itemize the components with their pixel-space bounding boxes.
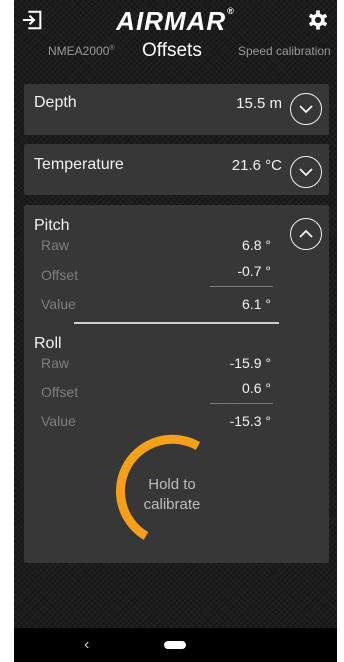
chevron-down-icon <box>299 105 313 114</box>
depth-value: 15.5 m <box>236 95 282 112</box>
tab-offsets[interactable]: Offsets <box>142 40 202 62</box>
tab-speed-calibration[interactable]: Speed calibration <box>238 44 331 58</box>
temperature-label: Temperature <box>34 156 124 173</box>
pitch-raw-label: Raw <box>41 237 70 253</box>
temperature-expand-button[interactable] <box>290 156 322 188</box>
app-screen: AIRMAR® NMEA2000® Offsets Speed calibrat… <box>14 0 337 662</box>
section-divider <box>74 322 279 324</box>
depth-panel: Depth 15.5 m <box>24 84 329 135</box>
depth-label: Depth <box>34 94 77 111</box>
roll-raw-label: Raw <box>41 355 70 371</box>
collapse-button[interactable] <box>290 218 322 250</box>
roll-offset-underline <box>210 403 273 404</box>
roll-value-label: Value <box>41 413 76 429</box>
roll-raw-value: -15.9 ° <box>229 355 271 371</box>
pitch-offset-label: Offset <box>41 267 79 283</box>
pitch-value-label: Value <box>41 296 76 312</box>
gear-icon[interactable] <box>307 9 329 31</box>
system-nav-bar: ‹ <box>14 628 337 662</box>
back-icon[interactable]: ‹ <box>84 636 89 654</box>
pitch-offset-underline <box>210 286 273 287</box>
chevron-up-icon <box>299 229 313 238</box>
roll-offset-label: Offset <box>41 384 79 400</box>
pitch-raw-value: 6.8 ° <box>242 237 271 253</box>
chevron-down-icon <box>299 168 313 177</box>
calibrate-label-line1: Hold to <box>148 476 196 493</box>
tab-nmea2000[interactable]: NMEA2000® <box>48 44 115 58</box>
pitch-label: Pitch <box>34 217 70 234</box>
top-bar: AIRMAR® NMEA2000® Offsets Speed calibrat… <box>14 0 337 70</box>
app-logo: AIRMAR® <box>116 6 235 36</box>
calibrate-label[interactable]: Hold to calibrate <box>112 475 232 515</box>
temperature-value: 21.6 °C <box>231 157 282 174</box>
pitch-value-value: 6.1 ° <box>242 296 271 312</box>
home-pill-icon[interactable] <box>164 641 186 649</box>
roll-value-value: -15.3 ° <box>229 413 271 429</box>
pitch-offset-value[interactable]: -0.7 ° <box>237 263 271 279</box>
depth-expand-button[interactable] <box>290 93 322 125</box>
roll-label: Roll <box>34 335 62 352</box>
roll-offset-value[interactable]: 0.6 ° <box>242 380 271 396</box>
temperature-panel: Temperature 21.6 °C <box>24 144 329 195</box>
calibrate-label-line2: calibrate <box>143 496 201 513</box>
